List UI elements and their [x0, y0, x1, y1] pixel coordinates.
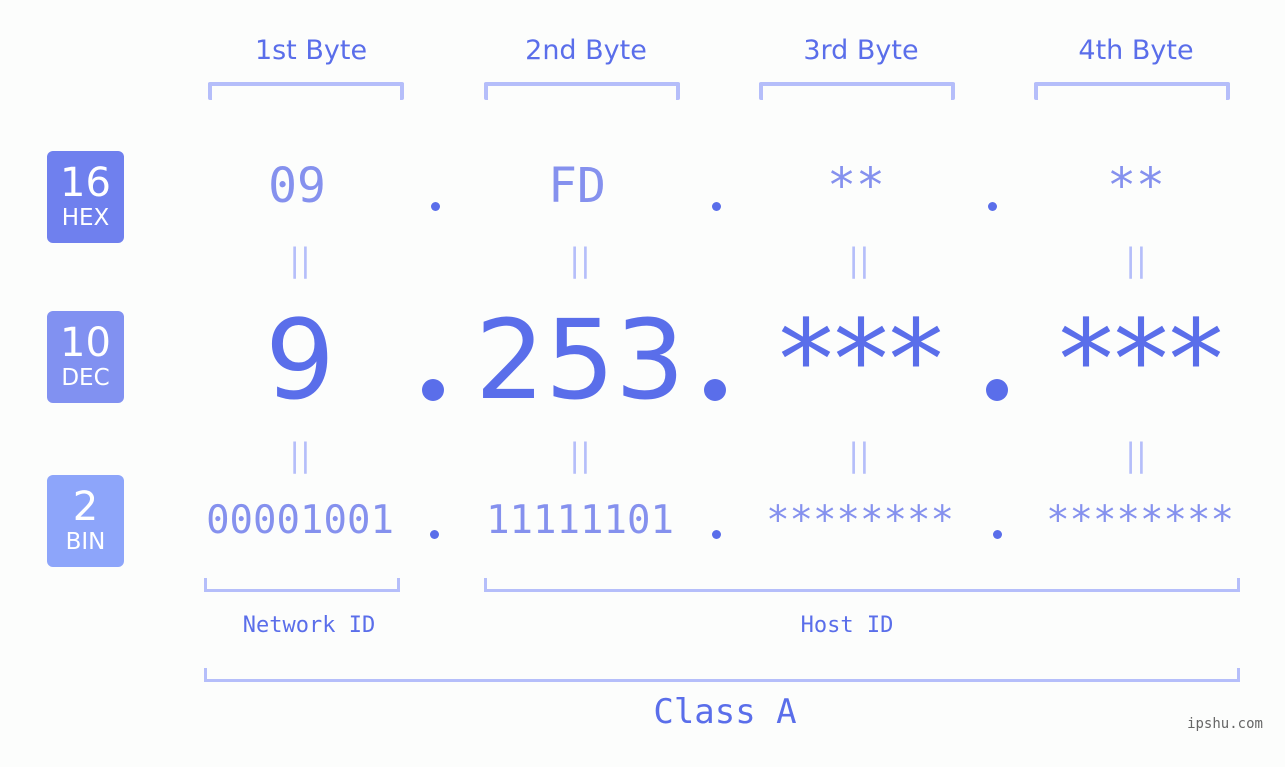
byte-header-1: 1st Byte [254, 35, 368, 66]
dec-base-label: DEC [61, 365, 110, 391]
equals-icon: || [569, 241, 591, 279]
bin-byte-3: ******** [766, 498, 954, 543]
byte-bracket-1 [208, 82, 404, 100]
bin-byte-4: ******** [1046, 498, 1234, 543]
bin-badge: 2 BIN [47, 475, 124, 567]
equals-icon: || [1125, 436, 1147, 474]
equals-icon: || [289, 436, 311, 474]
bin-separator-dot-3 [993, 530, 1002, 539]
bin-base-label: BIN [65, 529, 106, 555]
dec-byte-2: 253 [475, 296, 685, 424]
hex-byte-1: 09 [268, 158, 326, 214]
network-id-bracket [204, 578, 400, 592]
dec-separator-dot-3 [986, 379, 1008, 401]
bin-separator-dot-1 [430, 530, 439, 539]
dec-byte-1: 9 [265, 296, 335, 424]
hex-byte-3: ** [827, 158, 885, 214]
equals-icon: || [848, 436, 870, 474]
byte-bracket-3 [759, 82, 955, 100]
class-label: Class A [653, 692, 797, 732]
byte-header-4: 4th Byte [1078, 35, 1194, 66]
watermark: ipshu.com [1187, 716, 1263, 732]
host-id-label: Host ID [800, 613, 894, 638]
hex-separator-dot-1 [431, 202, 440, 211]
equals-icon: || [289, 241, 311, 279]
byte-bracket-4 [1034, 82, 1230, 100]
hex-byte-4: ** [1107, 158, 1165, 214]
hex-separator-dot-3 [988, 202, 997, 211]
dec-separator-dot-1 [422, 379, 444, 401]
host-id-bracket [484, 578, 1240, 592]
dec-badge: 10 DEC [47, 311, 124, 403]
dec-byte-3: *** [778, 296, 944, 424]
equals-icon: || [848, 241, 870, 279]
network-id-label: Network ID [242, 613, 376, 638]
hex-byte-2: FD [548, 158, 606, 214]
hex-base-number: 16 [60, 160, 111, 206]
hex-base-label: HEX [61, 205, 110, 231]
dec-separator-dot-2 [704, 379, 726, 401]
dec-base-number: 10 [60, 320, 111, 366]
hex-separator-dot-2 [712, 202, 721, 211]
bin-byte-1: 00001001 [206, 498, 394, 543]
equals-icon: || [1125, 241, 1147, 279]
bin-separator-dot-2 [712, 530, 721, 539]
byte-bracket-2 [484, 82, 680, 100]
hex-badge: 16 HEX [47, 151, 124, 243]
bin-base-number: 2 [72, 484, 99, 530]
byte-header-3: 3rd Byte [803, 35, 919, 66]
equals-icon: || [569, 436, 591, 474]
class-bracket [204, 668, 1240, 682]
bin-byte-2: 11111101 [486, 498, 674, 543]
dec-byte-4: *** [1058, 296, 1224, 424]
byte-header-2: 2nd Byte [525, 35, 647, 66]
